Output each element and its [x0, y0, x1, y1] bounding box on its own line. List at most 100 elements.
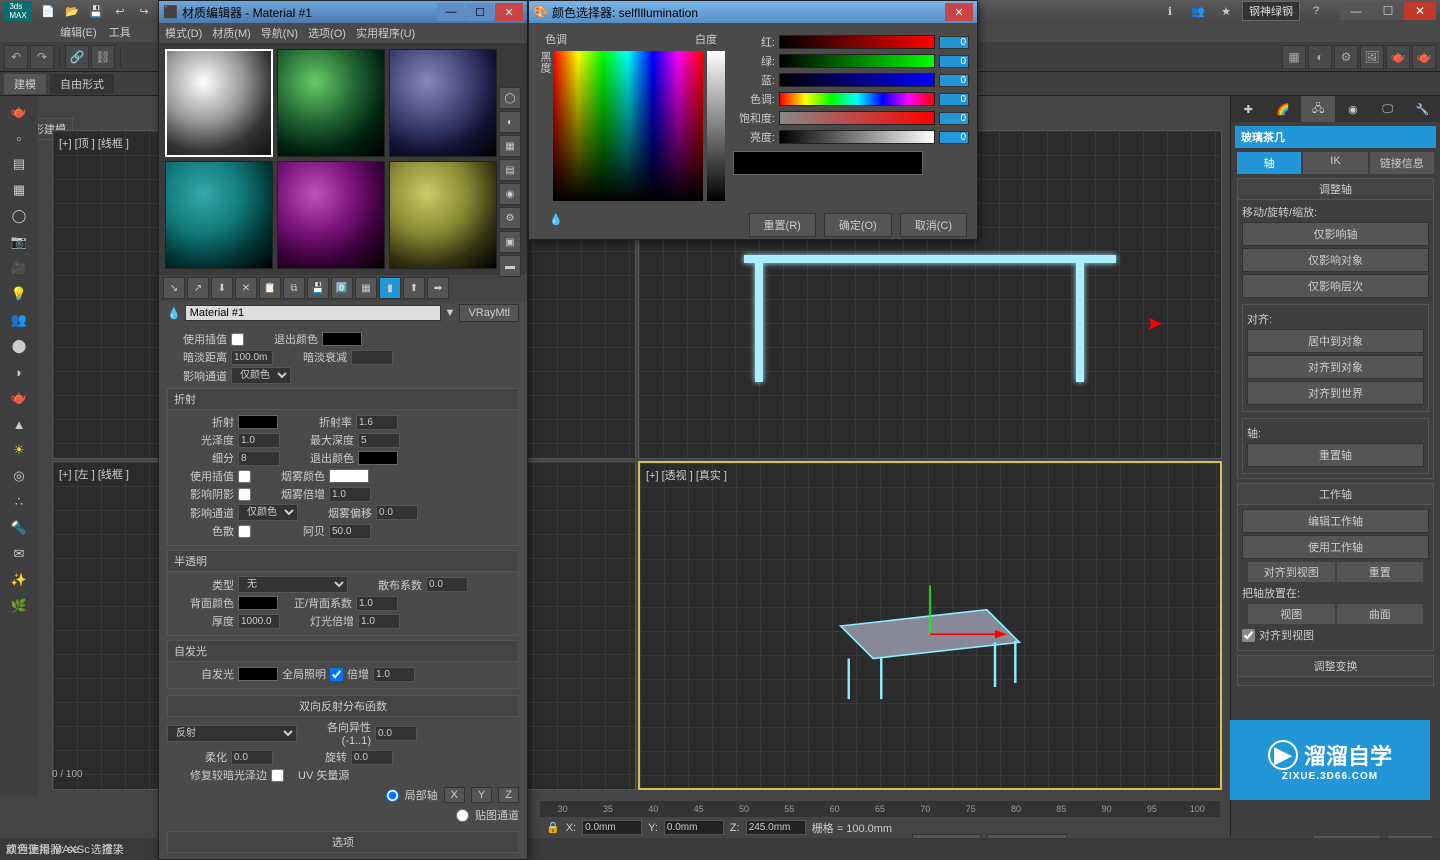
input-b[interactable]	[939, 74, 969, 87]
circle-icon[interactable]: ◯	[2, 204, 36, 228]
menu-edit[interactable]: 编辑(E)	[60, 24, 97, 40]
cp-titlebar[interactable]: 🎨 颜色选择器: selfIllumination ✕	[529, 1, 977, 23]
cone-icon[interactable]: ▲	[2, 412, 36, 436]
star-icon[interactable]: ★	[1216, 1, 1236, 21]
viewport-perspective[interactable]: [+] [透视 ] [真实 ]	[638, 461, 1222, 790]
dome-icon[interactable]: ◗	[2, 360, 36, 384]
input-g[interactable]	[939, 55, 969, 68]
reset-icon[interactable]: ✕	[235, 277, 257, 299]
mat-menu-mode[interactable]: 模式(D)	[165, 25, 202, 41]
comm-icon[interactable]: 👥	[1188, 1, 1208, 21]
mat-max-button[interactable]: ☐	[466, 3, 494, 21]
get-mat-icon[interactable]: ↘	[163, 277, 185, 299]
redo-dd-icon[interactable]: ↪	[134, 1, 154, 21]
dispersion-check[interactable]	[238, 525, 251, 538]
torch-icon[interactable]: 🔦	[2, 516, 36, 540]
soften-input[interactable]	[231, 750, 273, 765]
tab-modeling[interactable]: 建模	[4, 74, 46, 94]
cam2-icon[interactable]: 🎥	[2, 256, 36, 280]
affect-obj-button[interactable]: 仅影响对象	[1242, 248, 1429, 272]
trans-type-select[interactable]: 无	[238, 576, 348, 593]
mat-slot-3[interactable]	[389, 49, 497, 157]
env-icon[interactable]: ✉	[2, 542, 36, 566]
fog-color-swatch[interactable]	[329, 469, 369, 483]
cp-close-button[interactable]: ✕	[945, 3, 973, 21]
undo-dd-icon[interactable]: ↩	[110, 1, 130, 21]
mated-icon[interactable]: ◐	[1308, 45, 1332, 69]
maximize-button[interactable]: ☐	[1372, 2, 1404, 20]
aniso-input[interactable]	[375, 726, 417, 741]
mtlid-icon[interactable]: 0️⃣	[331, 277, 353, 299]
put-lib-icon[interactable]: 💾	[307, 277, 329, 299]
align-to-obj-button[interactable]: 对齐到对象	[1247, 355, 1424, 379]
cp-reset-button[interactable]: 重置(R)	[749, 213, 816, 237]
local-axis-radio[interactable]	[386, 789, 399, 802]
sel-icon[interactable]: ▣	[499, 231, 521, 253]
unlink-icon[interactable]: ⛓	[91, 45, 115, 69]
camera-icon[interactable]: 📷	[2, 230, 36, 254]
ior-input[interactable]	[356, 415, 398, 430]
uv-icon[interactable]: ▤	[499, 159, 521, 181]
render-icon[interactable]: 🫖	[1386, 45, 1410, 69]
mat-slot-2[interactable]	[277, 49, 385, 157]
help-icon[interactable]: ?	[1306, 1, 1326, 21]
subdivs-input[interactable]	[238, 451, 280, 466]
affect-axis-button[interactable]: 仅影响轴	[1242, 222, 1429, 246]
axis-z-button[interactable]: Z	[498, 787, 519, 803]
mat-name-input[interactable]	[185, 305, 441, 321]
undo-icon[interactable]: ↶	[4, 45, 28, 69]
reset-axis-button[interactable]: 重置轴	[1247, 443, 1424, 467]
mat-slot-1[interactable]	[165, 49, 273, 157]
input-v[interactable]	[939, 131, 969, 144]
cp-cancel-button[interactable]: 取消(C)	[900, 213, 967, 237]
input-h[interactable]	[939, 93, 969, 106]
use-interp-check[interactable]	[231, 333, 244, 346]
mat-menu-material[interactable]: 材质(M)	[212, 25, 251, 41]
show-end-icon[interactable]: ▮	[379, 277, 401, 299]
sample-type-icon[interactable]: ◯	[499, 87, 521, 109]
mat-slot-5[interactable]	[277, 161, 385, 269]
light-icon[interactable]: 💡	[2, 282, 36, 306]
slider-r[interactable]	[779, 35, 935, 49]
coord-x[interactable]	[582, 820, 642, 835]
exit-color-swatch[interactable]	[322, 332, 362, 346]
slider-h[interactable]	[779, 92, 935, 106]
coord-y[interactable]	[664, 820, 724, 835]
back-color-swatch[interactable]	[238, 596, 278, 610]
mtl-icon[interactable]: ▬	[499, 255, 521, 277]
open-icon[interactable]: 📂	[62, 1, 82, 21]
redo-icon[interactable]: ↷	[30, 45, 54, 69]
teapot2-icon[interactable]: 🫖	[2, 386, 36, 410]
info-icon[interactable]: ℹ	[1160, 1, 1180, 21]
rotation-input[interactable]	[351, 750, 393, 765]
mat-slot-6[interactable]	[389, 161, 497, 269]
affect-chan2-select[interactable]: 仅颜色	[238, 504, 298, 521]
slider-v[interactable]	[779, 130, 935, 144]
object-name[interactable]: 玻璃茶几	[1235, 126, 1436, 148]
mat-min-button[interactable]: —	[437, 3, 465, 21]
grid-icon[interactable]: ▦	[2, 178, 36, 202]
color-field[interactable]	[553, 51, 703, 201]
make-unique-icon[interactable]: ⧉	[283, 277, 305, 299]
input-r[interactable]	[939, 36, 969, 49]
maxdepth-input[interactable]	[358, 433, 400, 448]
brdf-select[interactable]: 反射	[167, 725, 297, 742]
bg-icon[interactable]: ▦	[499, 135, 521, 157]
put-mat-icon[interactable]: ↗	[187, 277, 209, 299]
exit-color2-swatch[interactable]	[358, 451, 398, 465]
input-s[interactable]	[939, 112, 969, 125]
copy-icon[interactable]: 📋	[259, 277, 281, 299]
tab-hierarchy-icon[interactable]: 🖧	[1301, 96, 1336, 122]
value-bar[interactable]	[707, 51, 725, 201]
sun-icon[interactable]: ☀	[2, 438, 36, 462]
mat-menu-util[interactable]: 实用程序(U)	[356, 25, 415, 41]
mat-slot-4[interactable]	[165, 161, 273, 269]
tab-create-icon[interactable]: ✚	[1231, 96, 1266, 122]
gi-mult-input[interactable]	[373, 667, 415, 682]
affect-shadow-check[interactable]	[238, 488, 251, 501]
view-button[interactable]: 视图	[1248, 604, 1335, 624]
lightmult-input[interactable]	[358, 614, 400, 629]
user-name[interactable]: 钢神绿钢	[1242, 1, 1300, 21]
eyedrop-icon[interactable]: 💧	[167, 307, 181, 320]
align-view-check[interactable]	[1242, 629, 1255, 642]
